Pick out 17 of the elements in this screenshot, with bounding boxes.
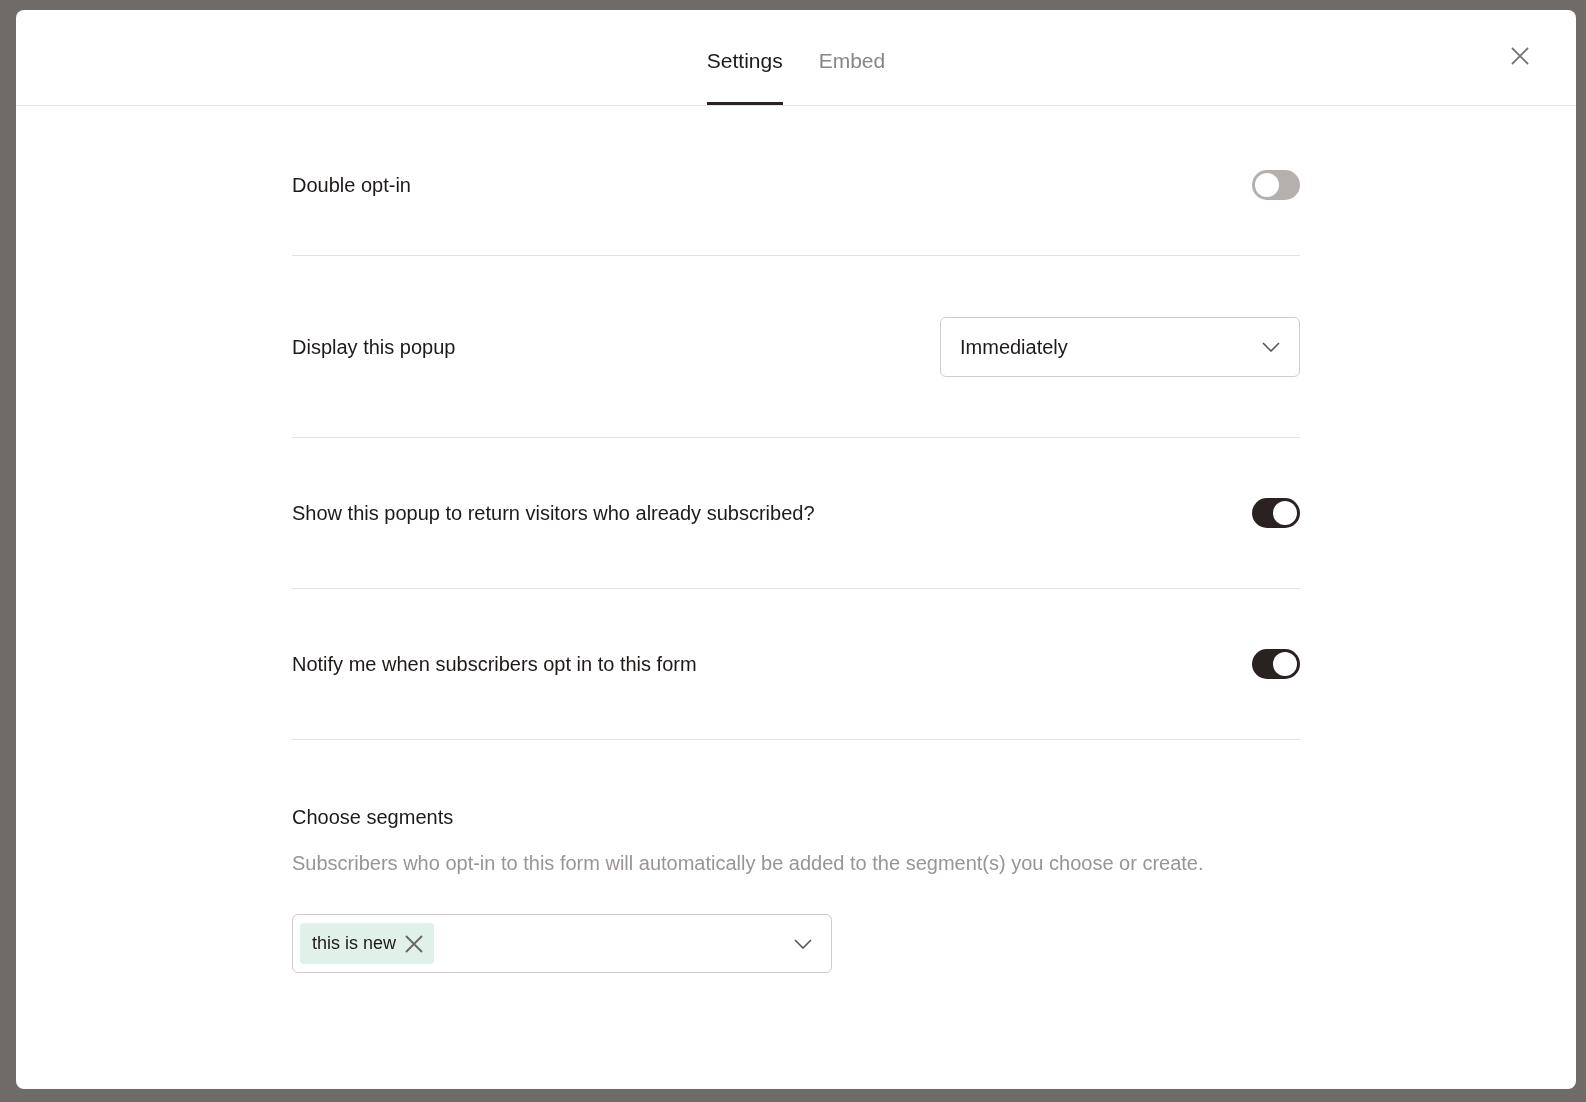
remove-icon[interactable] [404,933,425,954]
tab[interactable]: Embed [818,44,886,105]
toggle-switch[interactable] [1252,169,1300,200]
chevron-down-icon [794,938,812,949]
section-title: Choose segments [292,805,455,830]
toggle-switch[interactable] [1252,649,1300,679]
chevron-down-icon [1262,341,1280,352]
timing-dropdown[interactable]: Immediately [940,316,1300,377]
tab[interactable]: Settings [706,44,783,105]
tag-label: this is new [312,932,397,955]
segments-select[interactable]: this is new [292,914,832,973]
section-description: Subscribers who opt-in to this form will automatically be added to the segment(s) you choose or create. [292,851,1205,876]
setting-label: Show this popup to return visitors who already subscribed? [292,501,815,526]
setting-label: Notify me when subscribers opt in to this form [292,652,697,677]
setting-label: Display this popup [292,334,456,360]
setting-label: Double opt-in [292,172,411,198]
toggle-switch[interactable] [1252,498,1300,528]
